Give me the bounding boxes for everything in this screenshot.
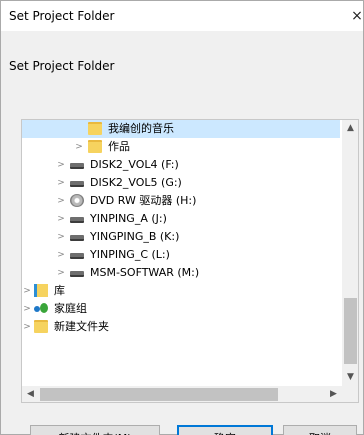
tree-item-label: YINGPING_B (K:) [90,230,180,243]
window-title: Set Project Folder [9,9,115,23]
new-folder-button[interactable]: 新建文件夹(M) [30,425,160,435]
close-icon[interactable]: × [350,7,364,25]
tree-item-libraries[interactable]: > 库 [22,282,340,300]
chevron-right-icon[interactable]: > [56,212,66,226]
tree-item-label: 新建文件夹 [54,320,109,333]
set-project-folder-dialog: Set Project Folder × Set Project Folder … [0,0,364,435]
folder-icon [88,140,102,153]
chevron-right-icon[interactable]: > [56,248,66,262]
library-icon [34,284,48,297]
scroll-up-icon[interactable]: ▲ [342,120,358,137]
chevron-right-icon[interactable]: > [56,194,66,208]
scroll-down-icon[interactable]: ▼ [342,369,358,386]
tree-item-label: DVD RW 驱动器 (H:) [90,194,197,207]
folder-icon [34,320,48,333]
tree-item-homegroup[interactable]: > 家庭组 [22,300,340,318]
drive-icon [70,163,84,169]
homegroup-icon [34,302,48,315]
tree-item-drive-f[interactable]: > DISK2_VOL4 (F:) [22,156,340,174]
tree-item-label: DISK2_VOL4 (F:) [90,158,179,171]
chevron-right-icon[interactable]: > [22,320,32,334]
drive-icon [70,217,84,223]
tree-item-drive-j[interactable]: > YINPING_A (J:) [22,210,340,228]
tree-item-new-folder[interactable]: > 新建文件夹 [22,318,340,336]
drive-icon [70,181,84,187]
dialog-prompt: Set Project Folder [9,59,115,73]
tree-item-label: 作品 [108,140,130,153]
tree-item-label: MSM-SOFTWAR (M:) [90,266,200,279]
cancel-button[interactable]: 取消 [283,425,357,435]
tree-item-drive-m[interactable]: > MSM-SOFTWAR (M:) [22,264,340,282]
horizontal-scrollbar[interactable]: ◀ ▶ [22,386,342,402]
tree-item-label: YINPING_C (L:) [90,248,170,261]
tree-item-works[interactable]: > 作品 [22,138,340,156]
chevron-right-icon[interactable]: > [22,284,32,298]
vertical-scroll-thumb[interactable] [344,298,357,364]
chevron-right-icon[interactable]: > [56,158,66,172]
dvd-drive-icon [70,194,84,207]
tree-item-label: DISK2_VOL5 (G:) [90,176,182,189]
tree-item-drive-g[interactable]: > DISK2_VOL5 (G:) [22,174,340,192]
vertical-scrollbar[interactable]: ▲ ▼ [342,120,358,386]
chevron-right-icon[interactable]: > [56,230,66,244]
drive-icon [70,253,84,259]
chevron-right-icon[interactable]: > [56,176,66,190]
tree-item-label: YINPING_A (J:) [90,212,167,225]
chevron-right-icon[interactable]: > [22,302,32,316]
scrollbar-corner [342,386,358,402]
scroll-right-icon[interactable]: ▶ [325,386,342,402]
drive-icon [70,235,84,241]
folder-tree[interactable]: 我编创的音乐 > 作品 > DISK2_VOL4 (F:) > DISK2_VO… [21,119,359,403]
horizontal-scroll-thumb[interactable] [40,388,278,401]
drive-icon [70,271,84,277]
folder-icon [88,122,102,135]
tree-item-dvd-h[interactable]: > DVD RW 驱动器 (H:) [22,192,340,210]
tree-item-label: 我编创的音乐 [108,122,174,135]
tree-item-my-music[interactable]: 我编创的音乐 [22,120,340,138]
tree-item-drive-l[interactable]: > YINPING_C (L:) [22,246,340,264]
title-bar[interactable]: Set Project Folder × [1,1,363,31]
ok-button[interactable]: 确定 [177,425,273,435]
tree-item-drive-k[interactable]: > YINGPING_B (K:) [22,228,340,246]
tree-item-label: 家庭组 [54,302,87,315]
tree-item-label: 库 [54,284,65,297]
scroll-left-icon[interactable]: ◀ [22,386,39,402]
chevron-right-icon[interactable]: > [74,140,84,154]
chevron-right-icon[interactable]: > [56,266,66,280]
